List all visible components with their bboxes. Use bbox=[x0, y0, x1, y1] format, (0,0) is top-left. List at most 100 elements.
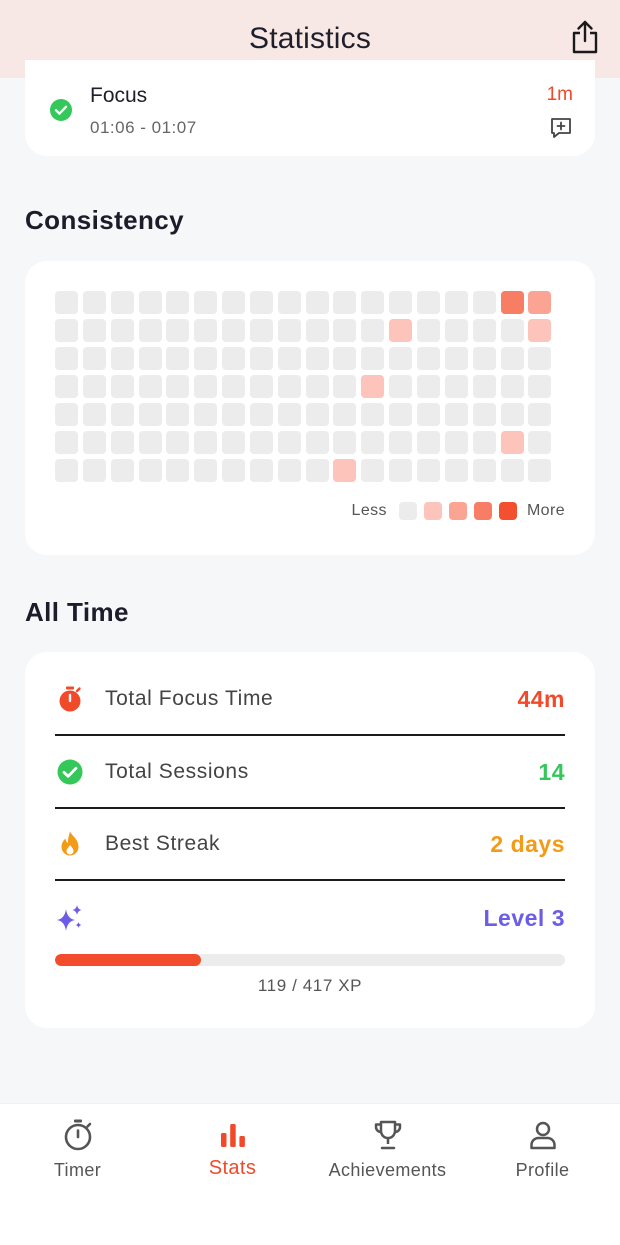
heatmap-cell bbox=[82, 291, 106, 314]
heatmap-cell bbox=[361, 347, 385, 370]
tab-stats[interactable]: Stats bbox=[155, 1104, 310, 1194]
stopwatch-icon bbox=[61, 1118, 95, 1152]
heatmap-cell bbox=[55, 403, 78, 426]
heatmap-cell bbox=[444, 291, 468, 314]
heatmap-cell bbox=[389, 291, 413, 314]
heatmap-cell bbox=[110, 431, 134, 454]
heatmap-cell bbox=[500, 375, 524, 398]
heatmap-cell bbox=[500, 291, 524, 314]
flame-icon bbox=[55, 829, 85, 859]
heatmap-cell bbox=[361, 291, 385, 314]
heatmap-cell bbox=[166, 459, 190, 482]
heatmap-cell bbox=[305, 431, 329, 454]
heatmap-cell bbox=[416, 403, 440, 426]
heatmap-cell bbox=[138, 319, 162, 342]
heatmap-cell bbox=[277, 431, 301, 454]
heatmap-cell bbox=[333, 403, 357, 426]
share-button[interactable] bbox=[570, 18, 600, 56]
heatmap-cell bbox=[528, 431, 552, 454]
heatmap-cell bbox=[194, 375, 218, 398]
heatmap-cell bbox=[528, 459, 552, 482]
heatmap-cell bbox=[194, 347, 218, 370]
heatmap-cell bbox=[138, 347, 162, 370]
heatmap-cell bbox=[222, 375, 246, 398]
heatmap-cell bbox=[305, 319, 329, 342]
tab-timer[interactable]: Timer bbox=[0, 1104, 155, 1194]
heatmap-cell bbox=[361, 403, 385, 426]
check-circle-icon bbox=[55, 757, 85, 787]
heatmap-cell bbox=[389, 459, 413, 482]
heatmap-cell bbox=[138, 459, 162, 482]
heatmap-cell bbox=[528, 347, 552, 370]
legend-level-1 bbox=[423, 502, 442, 520]
heatmap-cell bbox=[138, 291, 162, 314]
heatmap-cell bbox=[222, 459, 246, 482]
heatmap-cell bbox=[222, 319, 246, 342]
session-card[interactable]: Focus 01:06 - 01:07 1m bbox=[25, 60, 595, 156]
heatmap-cell bbox=[138, 431, 162, 454]
stat-label: Total Sessions bbox=[105, 760, 249, 783]
heatmap-cell bbox=[277, 459, 301, 482]
heatmap-cell bbox=[110, 375, 134, 398]
heatmap-cell bbox=[249, 431, 273, 454]
heatmap-cell bbox=[416, 291, 440, 314]
stat-row-sessions: Total Sessions 14 bbox=[55, 737, 565, 809]
heatmap-cell bbox=[194, 291, 218, 314]
stat-value: 2 days bbox=[490, 830, 565, 857]
heatmap-cell bbox=[333, 459, 357, 482]
heatmap-cell bbox=[194, 319, 218, 342]
heatmap-cell bbox=[277, 291, 301, 314]
heatmap-cell bbox=[333, 291, 357, 314]
heatmap-legend: Less More bbox=[352, 502, 565, 520]
heatmap-cell bbox=[333, 375, 357, 398]
heatmap-cell bbox=[416, 347, 440, 370]
stat-label: Total Focus Time bbox=[105, 687, 274, 710]
heatmap-cell bbox=[444, 347, 468, 370]
heatmap-cell bbox=[361, 375, 385, 398]
consistency-title: Consistency bbox=[25, 205, 185, 235]
stopwatch-icon bbox=[55, 684, 85, 714]
heatmap-cell bbox=[110, 459, 134, 482]
heatmap-cell bbox=[416, 459, 440, 482]
stat-row-level: Level 3 bbox=[55, 882, 565, 954]
heatmap-cell bbox=[110, 319, 134, 342]
heatmap-cell bbox=[82, 347, 106, 370]
heatmap-cell bbox=[277, 403, 301, 426]
tab-achievements[interactable]: Achievements bbox=[310, 1104, 465, 1194]
heatmap-cell bbox=[55, 291, 78, 314]
heatmap-cell bbox=[305, 459, 329, 482]
person-icon bbox=[526, 1118, 560, 1152]
heatmap-cell bbox=[472, 291, 496, 314]
add-note-icon[interactable] bbox=[549, 116, 573, 140]
heatmap-cell bbox=[416, 319, 440, 342]
heatmap-cell bbox=[528, 319, 552, 342]
consistency-heatmap bbox=[55, 291, 552, 482]
heatmap-cell bbox=[500, 459, 524, 482]
heatmap-cell bbox=[305, 375, 329, 398]
heatmap-cell bbox=[222, 403, 246, 426]
heatmap-cell bbox=[166, 403, 190, 426]
heatmap-cell bbox=[55, 431, 78, 454]
legend-level-0 bbox=[398, 502, 417, 520]
heatmap-cell bbox=[222, 431, 246, 454]
heatmap-cell bbox=[361, 459, 385, 482]
legend-less-label: Less bbox=[351, 502, 387, 519]
heatmap-cell bbox=[138, 375, 162, 398]
heatmap-cell bbox=[333, 431, 357, 454]
heatmap-cell bbox=[444, 319, 468, 342]
tab-label: Profile bbox=[515, 1160, 570, 1180]
heatmap-cell bbox=[444, 459, 468, 482]
heatmap-cell bbox=[389, 403, 413, 426]
xp-text: 119 / 417 XP bbox=[257, 976, 363, 995]
heatmap-cell bbox=[444, 375, 468, 398]
stat-row-streak: Best Streak 2 days bbox=[55, 809, 565, 881]
heatmap-cell bbox=[166, 347, 190, 370]
heatmap-cell bbox=[389, 319, 413, 342]
heatmap-cell bbox=[361, 319, 385, 342]
heatmap-cell bbox=[528, 291, 552, 314]
trophy-icon bbox=[371, 1118, 405, 1152]
tab-profile[interactable]: Profile bbox=[465, 1104, 620, 1194]
heatmap-cell bbox=[222, 291, 246, 314]
legend-level-3 bbox=[473, 502, 492, 520]
share-icon bbox=[572, 20, 598, 54]
